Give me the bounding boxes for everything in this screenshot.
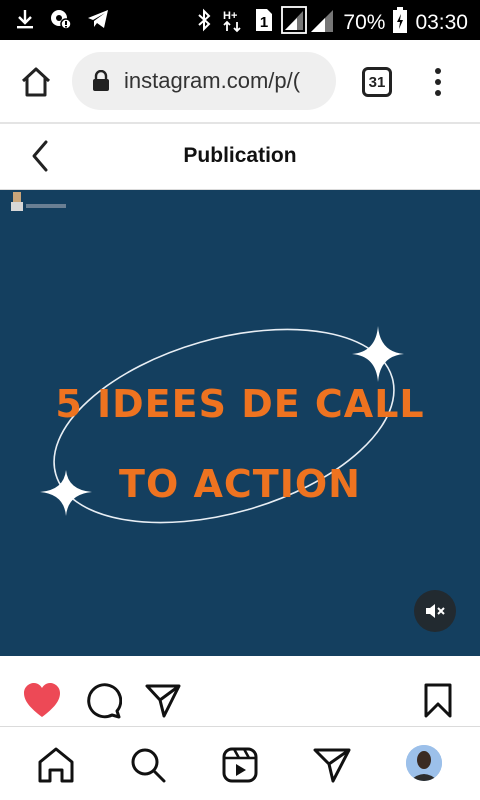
mute-button[interactable] <box>414 590 456 632</box>
sim-label: 1 <box>260 14 268 31</box>
network-type-label: H+ <box>223 10 237 22</box>
direct-icon <box>313 748 351 783</box>
post-title-line-1: 5 IDEES DE CALL <box>55 382 425 426</box>
bluetooth-icon <box>195 8 213 37</box>
page-title: Publication <box>183 144 297 167</box>
menu-dot <box>435 79 441 85</box>
battery-percent: 70% <box>343 10 386 34</box>
brand-logo-icon <box>11 192 66 211</box>
home-outline-icon <box>21 67 51 97</box>
location-settings-icon <box>50 8 72 35</box>
bookmark-icon <box>424 683 452 718</box>
ellipse-outline <box>53 328 395 524</box>
nav-profile-avatar[interactable] <box>406 745 442 781</box>
download-icon <box>14 8 36 35</box>
address-bar[interactable]: instagram.com/p/( <box>72 52 336 110</box>
browser-home-button[interactable] <box>18 64 54 100</box>
lock-icon <box>93 70 109 91</box>
nav-reels[interactable] <box>220 745 260 785</box>
battery-icon <box>393 7 408 38</box>
clock: 03:30 <box>415 10 468 34</box>
status-bar: H+ 1 70% 03:30 <box>0 0 480 40</box>
save-button[interactable] <box>420 682 458 720</box>
tab-switcher-button[interactable]: 31 <box>362 67 392 97</box>
comment-button[interactable] <box>84 682 123 720</box>
profile-avatar-image <box>406 745 442 781</box>
bottom-navigation <box>0 726 480 800</box>
post-media[interactable]: 5 IDEES DE CALL TO ACTION <box>0 190 480 656</box>
post-actions <box>0 656 480 726</box>
menu-dot <box>435 90 441 96</box>
browser-toolbar: instagram.com/p/( 31 <box>0 40 480 124</box>
sparkle-icon <box>352 326 404 382</box>
home-icon <box>38 747 74 783</box>
post-header: Publication <box>0 124 480 190</box>
speaker-muted-icon <box>426 604 445 618</box>
nav-direct[interactable] <box>312 745 352 785</box>
post-title-line-2: TO ACTION <box>119 462 361 506</box>
reels-icon <box>222 747 258 783</box>
nav-home[interactable] <box>36 745 76 785</box>
sim-icon: 1 <box>255 8 273 37</box>
signal-icon <box>281 6 335 39</box>
share-button[interactable] <box>144 682 182 720</box>
network-type-icon: H+ <box>221 7 247 38</box>
comment-icon <box>87 683 123 719</box>
search-icon <box>131 748 166 783</box>
menu-dot <box>435 68 441 74</box>
browser-menu-button[interactable] <box>428 64 448 100</box>
nav-search[interactable] <box>128 745 168 785</box>
heart-icon <box>24 683 60 717</box>
telegram-icon <box>86 8 110 35</box>
share-icon <box>145 684 181 718</box>
like-button[interactable] <box>22 682 60 720</box>
url-text: instagram.com/p/( <box>124 68 301 93</box>
